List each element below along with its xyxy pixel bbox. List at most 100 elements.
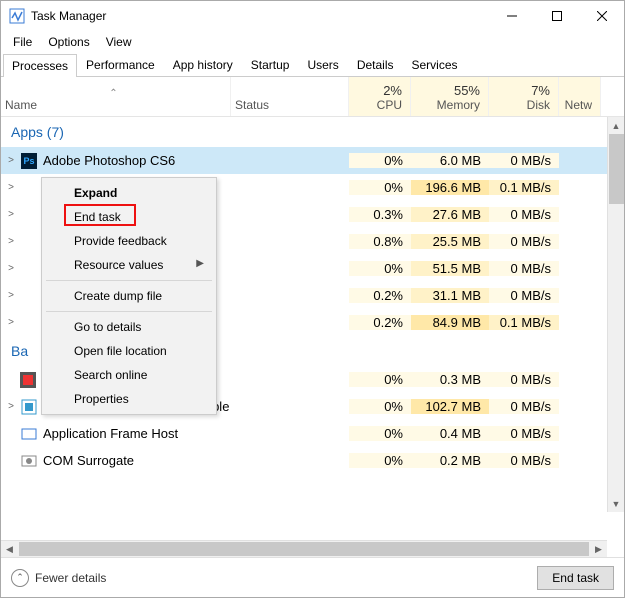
disk-cell: 0 MB/s: [489, 207, 559, 222]
tab-processes[interactable]: Processes: [3, 54, 77, 77]
header-cpu[interactable]: 2% CPU: [349, 77, 411, 116]
header-disk[interactable]: 7% Disk: [489, 77, 559, 116]
scroll-up-icon[interactable]: ▲: [608, 117, 624, 134]
menu-separator: [46, 280, 212, 281]
memory-cell: 196.6 MB: [411, 180, 489, 195]
disk-cell: 0 MB/s: [489, 399, 559, 414]
memory-cell: 0.3 MB: [411, 372, 489, 387]
disk-cell: 0 MB/s: [489, 234, 559, 249]
tab-performance[interactable]: Performance: [77, 53, 164, 76]
header-name[interactable]: ⌃ Name: [1, 77, 231, 116]
context-menu: ExpandEnd taskProvide feedbackResource v…: [41, 177, 217, 415]
ctx-open-file-location[interactable]: Open file location: [44, 339, 214, 363]
process-name: Adobe Photoshop CS6: [43, 153, 175, 168]
app-icon: [21, 261, 37, 277]
scroll-down-icon[interactable]: ▼: [608, 495, 624, 512]
ctx-properties[interactable]: Properties: [44, 387, 214, 411]
process-name: Application Frame Host: [43, 426, 178, 441]
hscroll-thumb[interactable]: [19, 542, 589, 556]
tab-services[interactable]: Services: [403, 53, 467, 76]
disk-cell: 0 MB/s: [489, 153, 559, 168]
tab-startup[interactable]: Startup: [242, 53, 299, 76]
vertical-scrollbar[interactable]: ▲ ▼: [607, 117, 624, 512]
shield-icon: [21, 399, 37, 415]
chevron-right-icon[interactable]: >: [5, 236, 17, 247]
end-task-button[interactable]: End task: [537, 566, 614, 590]
disk-cell: 0 MB/s: [489, 372, 559, 387]
tab-details[interactable]: Details: [348, 53, 403, 76]
chevron-right-icon[interactable]: >: [5, 263, 17, 274]
memory-cell: 51.5 MB: [411, 261, 489, 276]
chevron-right-icon: ▶: [196, 258, 204, 269]
horizontal-scrollbar[interactable]: ◀ ▶: [1, 540, 607, 557]
chevron-right-icon[interactable]: >: [5, 290, 17, 301]
process-row[interactable]: Application Frame Host 0%0.4 MB0 MB/s: [1, 420, 607, 447]
disk-cell: 0 MB/s: [489, 261, 559, 276]
cpu-cell: 0.3%: [349, 207, 411, 222]
app-icon: [21, 288, 37, 304]
disk-cell: 0.1 MB/s: [489, 180, 559, 195]
cpu-cell: 0%: [349, 399, 411, 414]
chevron-right-icon[interactable]: >: [5, 317, 17, 328]
maximize-button[interactable]: [534, 1, 579, 31]
tab-users[interactable]: Users: [298, 53, 347, 76]
tab-app-history[interactable]: App history: [164, 53, 242, 76]
chevron-right-icon[interactable]: >: [5, 182, 17, 193]
ctx-search-online[interactable]: Search online: [44, 363, 214, 387]
ctx-resource-values[interactable]: Resource values▶: [44, 253, 214, 277]
scroll-left-icon[interactable]: ◀: [1, 541, 18, 557]
menu-separator: [46, 311, 212, 312]
process-row[interactable]: >PsAdobe Photoshop CS60%6.0 MB0 MB/s: [1, 147, 607, 174]
ctx-provide-feedback[interactable]: Provide feedback: [44, 229, 214, 253]
task-manager-icon: [9, 8, 25, 24]
cpu-cell: 0%: [349, 261, 411, 276]
chevron-right-icon[interactable]: >: [5, 155, 17, 166]
window-title: Task Manager: [31, 9, 489, 23]
disk-cell: 0 MB/s: [489, 453, 559, 468]
cpu-cell: 0%: [349, 180, 411, 195]
memory-cell: 102.7 MB: [411, 399, 489, 414]
memory-cell: 0.4 MB: [411, 426, 489, 441]
app-icon: [21, 180, 37, 196]
disk-cell: 0.1 MB/s: [489, 315, 559, 330]
scroll-right-icon[interactable]: ▶: [590, 541, 607, 557]
frame-icon: [21, 426, 37, 442]
chevron-right-icon[interactable]: >: [5, 209, 17, 220]
menu-file[interactable]: File: [5, 33, 40, 51]
app-icon: [21, 207, 37, 223]
scroll-thumb[interactable]: [609, 134, 624, 204]
cpu-cell: 0%: [349, 372, 411, 387]
ctx-end-task[interactable]: End task: [44, 205, 214, 229]
app-icon: [21, 234, 37, 250]
app-icon: [21, 315, 37, 331]
header-memory[interactable]: 55% Memory: [411, 77, 489, 116]
ctx-create-dump-file[interactable]: Create dump file: [44, 284, 214, 308]
process-row[interactable]: COM Surrogate0%0.2 MB0 MB/s: [1, 447, 607, 474]
ctx-go-to-details[interactable]: Go to details: [44, 315, 214, 339]
header-network[interactable]: Netw: [559, 77, 601, 116]
memory-cell: 31.1 MB: [411, 288, 489, 303]
group-apps[interactable]: Apps (7): [1, 117, 607, 147]
disk-cell: 0 MB/s: [489, 426, 559, 441]
disk-cell: 0 MB/s: [489, 288, 559, 303]
sort-indicator-icon: ⌃: [5, 90, 222, 98]
photoshop-icon: Ps: [21, 153, 37, 169]
ctx-expand[interactable]: Expand: [44, 181, 214, 205]
cpu-cell: 0%: [349, 453, 411, 468]
memory-cell: 84.9 MB: [411, 315, 489, 330]
minimize-button[interactable]: [489, 1, 534, 31]
fewer-details-button[interactable]: ⌃ Fewer details: [11, 569, 106, 587]
caret-up-icon: ⌃: [11, 569, 29, 587]
menu-options[interactable]: Options: [40, 33, 97, 51]
column-headers: ⌃ Name Status 2% CPU 55% Memory 7% Disk …: [1, 77, 624, 117]
cpu-cell: 0%: [349, 426, 411, 441]
cpu-cell: 0.8%: [349, 234, 411, 249]
header-status[interactable]: Status: [231, 77, 349, 116]
memory-cell: 6.0 MB: [411, 153, 489, 168]
cpu-cell: 0.2%: [349, 315, 411, 330]
memory-cell: 27.6 MB: [411, 207, 489, 222]
menu-view[interactable]: View: [98, 33, 140, 51]
chevron-right-icon[interactable]: >: [5, 401, 17, 412]
process-name: COM Surrogate: [43, 453, 134, 468]
close-button[interactable]: [579, 1, 624, 31]
